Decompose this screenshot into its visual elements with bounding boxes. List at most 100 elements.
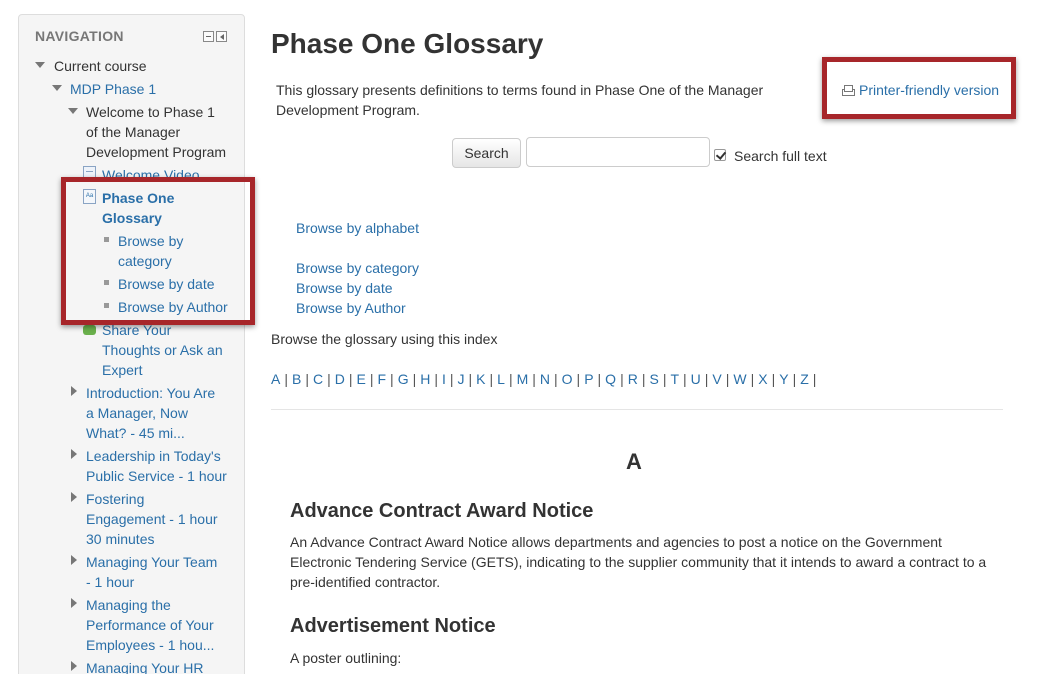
section-intro-line2[interactable]: a Manager, Now	[86, 403, 188, 423]
page-icon	[83, 166, 96, 181]
alphabet-letter-link[interactable]: B	[292, 371, 301, 387]
alphabet-letter-link[interactable]: E	[357, 371, 366, 387]
tab-browse-alphabet[interactable]: Browse by alphabet	[296, 220, 419, 236]
alphabet-letter-link[interactable]: Z	[800, 371, 809, 387]
share-thoughts-line2[interactable]: Thoughts or Ask an	[102, 340, 223, 360]
search-button[interactable]: Search	[452, 138, 521, 168]
collapsed-section-icon[interactable]	[71, 449, 77, 459]
section-performance-line1[interactable]: Managing the	[86, 595, 171, 615]
separator: |	[576, 371, 581, 387]
expand-section-icon[interactable]	[68, 108, 78, 114]
navigation-title: NAVIGATION	[35, 28, 124, 44]
share-thoughts-line1[interactable]: Share Your	[102, 320, 171, 340]
letter-heading: A	[626, 449, 642, 474]
alphabet-letter-link[interactable]: Q	[605, 371, 616, 387]
alphabet-letter-link[interactable]: H	[420, 371, 430, 387]
glossary-intro: This glossary presents definitions to te…	[276, 82, 764, 118]
tab-browse-category[interactable]: Browse by category	[296, 260, 419, 276]
glossary-icon: Aa	[83, 189, 96, 204]
section-fostering-line1[interactable]: Fostering	[86, 489, 144, 509]
collapsed-section-icon[interactable]	[71, 598, 77, 608]
alphabet-letter-link[interactable]: U	[691, 371, 701, 387]
section-intro-line1[interactable]: Introduction: You Are	[86, 383, 215, 403]
alphabet-letter-link[interactable]: D	[335, 371, 345, 387]
collapsed-section-icon[interactable]	[71, 555, 77, 565]
section-welcome-line3[interactable]: Development Program	[86, 142, 226, 162]
collapsed-section-icon[interactable]	[71, 661, 77, 671]
alphabet-letter-link[interactable]: J	[458, 371, 465, 387]
alphabet-letter-link[interactable]: C	[313, 371, 323, 387]
tab-browse-date[interactable]: Browse by date	[296, 280, 393, 296]
expand-course-icon[interactable]	[52, 85, 62, 91]
alphabet-letter-link[interactable]: T	[670, 371, 679, 387]
section-team-line1[interactable]: Managing Your Team	[86, 552, 217, 572]
nav-browse-category-line2[interactable]: category	[118, 251, 172, 271]
search-full-text-label: Search full text	[734, 148, 827, 164]
section-leadership-line2[interactable]: Public Service - 1 hour	[86, 466, 227, 486]
alphabet-letter-link[interactable]: Y	[779, 371, 788, 387]
collapsed-section-icon[interactable]	[71, 492, 77, 502]
tab-browse-author[interactable]: Browse by Author	[296, 300, 406, 316]
alphabet-letter-link[interactable]: G	[398, 371, 409, 387]
section-fostering-line3[interactable]: 30 minutes	[86, 529, 154, 549]
separator: |	[725, 371, 730, 387]
printer-friendly-link[interactable]: Printer-friendly version	[842, 82, 999, 98]
nav-browse-date[interactable]: Browse by date	[118, 274, 215, 294]
expand-current-course-icon[interactable]	[35, 62, 45, 68]
block-controls	[203, 31, 227, 42]
alphabet-letter-link[interactable]: W	[733, 371, 746, 387]
search-full-text-checkbox[interactable]	[714, 149, 726, 161]
alphabet-letter-link[interactable]: O	[562, 371, 573, 387]
section-leadership-line1[interactable]: Leadership in Today's	[86, 446, 221, 466]
minimize-block-icon[interactable]	[203, 31, 214, 42]
browse-index-text: Browse the glossary using this index	[271, 331, 498, 347]
separator: |	[434, 371, 438, 387]
section-fostering-line2[interactable]: Engagement - 1 hour	[86, 509, 218, 529]
separator: |	[327, 371, 331, 387]
alphabet-letter-link[interactable]: X	[758, 371, 767, 387]
share-thoughts-line3[interactable]: Expert	[102, 360, 142, 380]
separator: |	[284, 371, 288, 387]
bullet-icon	[104, 303, 109, 308]
alphabet-letter-link[interactable]: I	[442, 371, 446, 387]
section-performance-line3[interactable]: Employees - 1 hou...	[86, 635, 214, 655]
separator: |	[348, 371, 353, 387]
section-hr-line1[interactable]: Managing Your HR	[86, 658, 204, 674]
printer-friendly-label[interactable]: Printer-friendly version	[859, 82, 999, 98]
printer-icon	[842, 84, 855, 96]
course-link[interactable]: MDP Phase 1	[70, 79, 156, 99]
nav-browse-author[interactable]: Browse by Author	[118, 297, 228, 317]
alphabet-letter-link[interactable]: N	[540, 371, 550, 387]
alphabet-letter-link[interactable]: M	[517, 371, 529, 387]
section-intro-line3[interactable]: What? - 45 mi...	[86, 423, 185, 443]
glossary-active-line2[interactable]: Glossary	[102, 208, 162, 228]
nav-browse-category-line1[interactable]: Browse by	[118, 231, 183, 251]
alphabet-letter-link[interactable]: S	[649, 371, 658, 387]
section-team-line2[interactable]: - 1 hour	[86, 572, 134, 592]
alphabet-letter-link[interactable]: K	[476, 371, 485, 387]
section-welcome-line1[interactable]: Welcome to Phase 1	[86, 102, 215, 122]
alphabet-letter-link[interactable]: L	[497, 371, 505, 387]
entry-definition: A poster outlining:	[290, 650, 402, 666]
glossary-active-line1[interactable]: Phase One	[102, 188, 174, 208]
search-input[interactable]	[526, 137, 710, 167]
separator: |	[412, 371, 417, 387]
welcome-video-link[interactable]: Welcome Video	[102, 165, 200, 185]
dock-block-icon[interactable]	[216, 31, 227, 42]
separator: |	[390, 371, 394, 387]
alphabet-letter-link[interactable]: R	[628, 371, 638, 387]
separator: |	[771, 371, 776, 387]
alphabet-letter-link[interactable]: V	[712, 371, 721, 387]
separator: |	[489, 371, 494, 387]
alphabet-letter-link[interactable]: A	[271, 371, 280, 387]
entry-definition: An Advance Contract Award Notice allows …	[290, 534, 987, 590]
current-course-node[interactable]: Current course	[54, 56, 147, 76]
alphabet-letter-link[interactable]: F	[377, 371, 386, 387]
section-performance-line2[interactable]: Performance of Your	[86, 615, 214, 635]
separator: |	[305, 371, 309, 387]
alphabet-letter-link[interactable]: P	[584, 371, 593, 387]
bullet-icon	[104, 280, 109, 285]
collapsed-section-icon[interactable]	[71, 386, 77, 396]
separator: |	[641, 371, 646, 387]
section-welcome-line2[interactable]: of the Manager	[86, 122, 180, 142]
